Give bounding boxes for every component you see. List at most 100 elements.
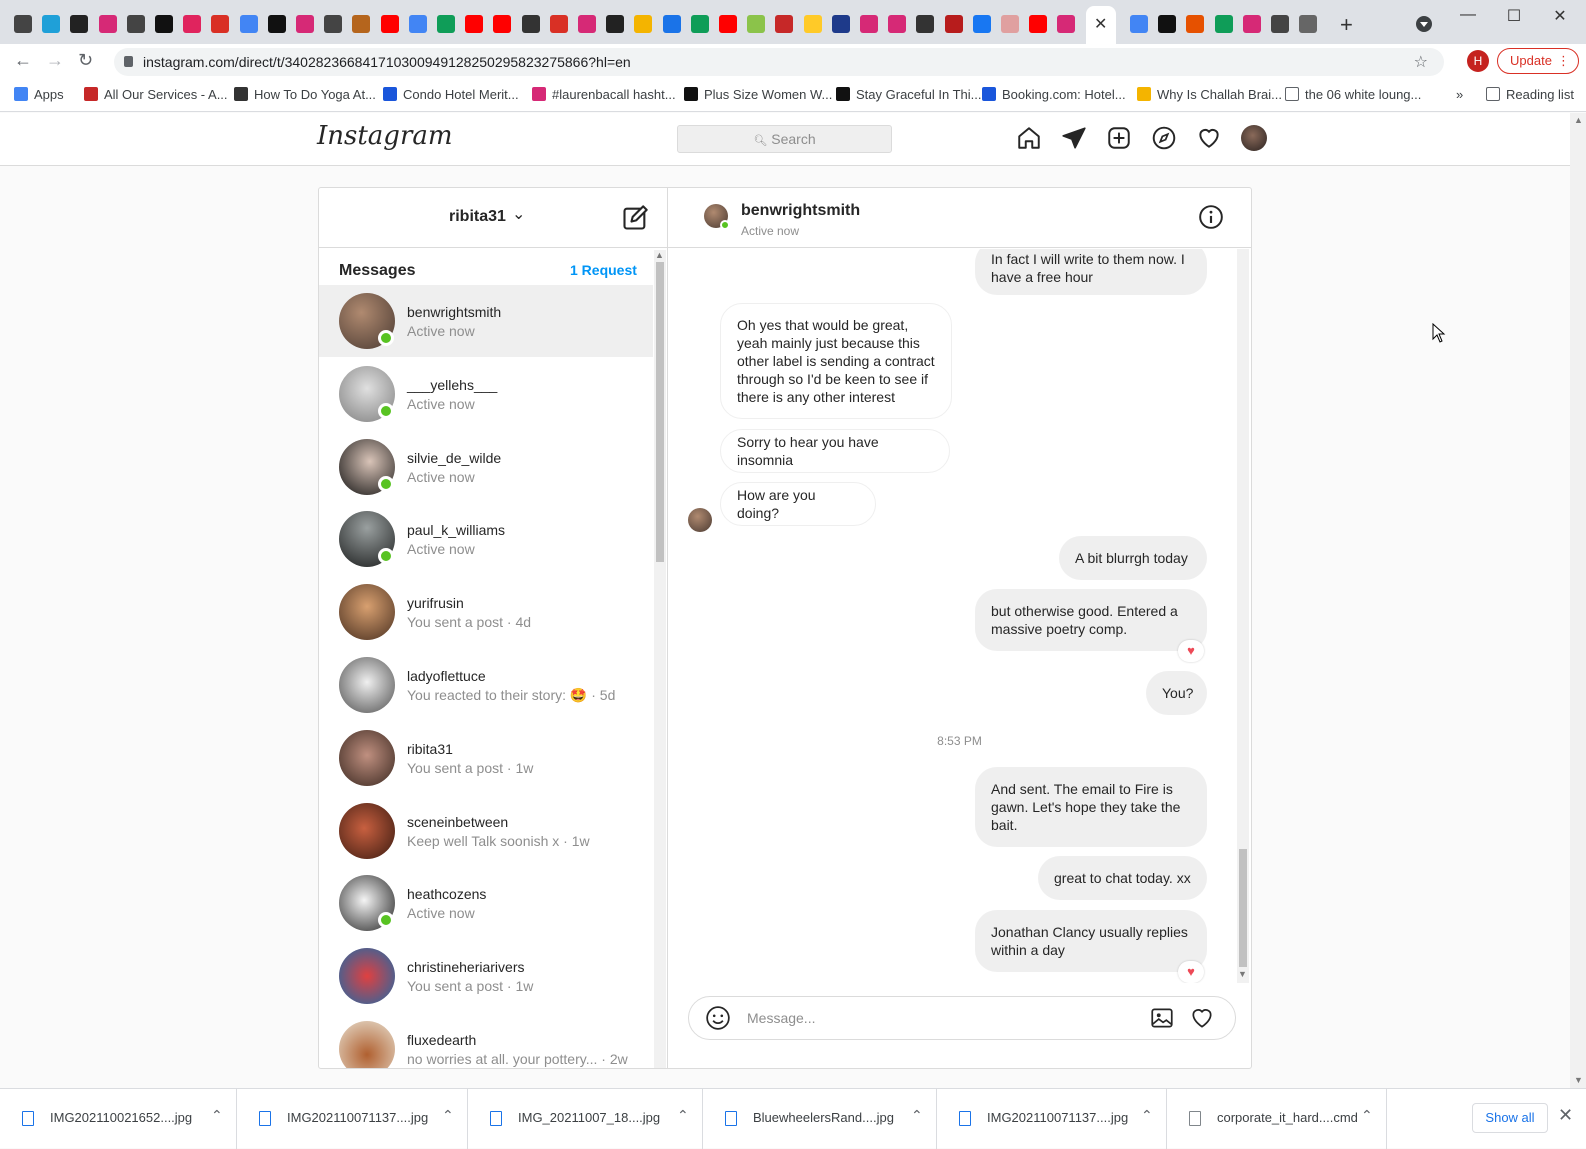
- conversation-item[interactable]: silvie_de_wilde Active now: [319, 431, 653, 503]
- conversation-item[interactable]: benwrightsmith Active now: [319, 285, 653, 357]
- tab-favicon-icon[interactable]: [888, 15, 907, 33]
- tab-favicon-icon[interactable]: [98, 15, 117, 33]
- tab-favicon-icon[interactable]: [408, 15, 427, 33]
- home-icon[interactable]: [1016, 125, 1042, 151]
- tab-favicon-icon[interactable]: [239, 15, 258, 33]
- chevron-up-icon[interactable]: ⌃: [442, 1107, 454, 1124]
- forward-icon[interactable]: →: [46, 50, 64, 71]
- image-upload-icon[interactable]: [1149, 1005, 1175, 1031]
- reload-icon[interactable]: ↻: [78, 50, 93, 71]
- tab-favicon-icon[interactable]: [1299, 15, 1318, 33]
- conversation-scrollbar[interactable]: ▲: [654, 250, 666, 1068]
- chevron-up-icon[interactable]: ⌃: [677, 1107, 689, 1124]
- bookmark-item[interactable]: Why Is Challah Brai...: [1137, 87, 1282, 102]
- bookmark-item[interactable]: #laurenbacall hasht...: [532, 87, 676, 102]
- tab-favicon-icon[interactable]: [324, 15, 343, 33]
- chevron-up-icon[interactable]: ⌃: [1141, 1107, 1153, 1124]
- profile-avatar-icon[interactable]: [1241, 125, 1267, 151]
- tab-favicon-icon[interactable]: [916, 15, 935, 33]
- tab-favicon-icon[interactable]: [521, 15, 540, 33]
- tab-favicon-icon[interactable]: [860, 15, 878, 33]
- conversation-item[interactable]: christineheriarivers You sent a post · 1w: [319, 940, 653, 1012]
- new-tab-button[interactable]: +: [1340, 12, 1353, 38]
- message-bubble[interactable]: Oh yes that would be great, yeah mainly …: [720, 303, 952, 419]
- bookmark-item[interactable]: Apps: [14, 87, 64, 102]
- tab-favicon-icon[interactable]: [1130, 15, 1148, 33]
- tab-favicon-icon[interactable]: [42, 15, 61, 33]
- address-bar[interactable]: instagram.com/direct/t/34028236684171030…: [114, 48, 1444, 76]
- download-item[interactable]: IMG202110071137....jpg ⌃: [237, 1089, 468, 1149]
- tab-favicon-icon[interactable]: [578, 15, 596, 33]
- menu-dots-icon[interactable]: ⋮: [1557, 49, 1570, 73]
- tab-favicon-icon[interactable]: [352, 15, 371, 33]
- download-item[interactable]: IMG202110071137....jpg ⌃: [937, 1089, 1167, 1149]
- tab-favicon-icon[interactable]: [70, 15, 89, 33]
- tab-favicon-icon[interactable]: [296, 15, 314, 33]
- tab-favicon-icon[interactable]: [690, 15, 709, 33]
- conversation-item[interactable]: yurifrusin You sent a post · 4d: [319, 576, 653, 648]
- url-text[interactable]: instagram.com/direct/t/34028236684171030…: [143, 54, 631, 70]
- conversation-item[interactable]: paul_k_williams Active now: [319, 503, 653, 575]
- emoji-icon[interactable]: [705, 1005, 731, 1031]
- message-bubble[interactable]: Jonathan Clancy usually replies within a…: [975, 910, 1207, 972]
- tab-favicon-icon[interactable]: [549, 15, 568, 33]
- heart-reaction-icon[interactable]: ♥: [1178, 961, 1204, 983]
- tab-favicon-icon[interactable]: [775, 15, 794, 33]
- scroll-thumb[interactable]: [1239, 849, 1247, 967]
- tab-favicon-icon[interactable]: [437, 15, 455, 33]
- tab-favicon-icon[interactable]: [183, 15, 202, 33]
- sender-avatar[interactable]: [688, 508, 712, 532]
- back-icon[interactable]: ←: [14, 50, 32, 71]
- message-bubble[interactable]: In fact I will write to them now. I have…: [975, 249, 1207, 295]
- minimize-icon[interactable]: —: [1448, 6, 1488, 24]
- scroll-down-icon[interactable]: ▼: [1238, 969, 1247, 979]
- tab-favicon-icon[interactable]: [1242, 15, 1261, 33]
- bookmark-item[interactable]: All Our Services - A...: [84, 87, 228, 102]
- tab-favicon-icon[interactable]: [944, 15, 963, 33]
- download-item[interactable]: IMG202110021652....jpg ⌃: [0, 1089, 237, 1149]
- tab-favicon-icon[interactable]: [211, 15, 230, 33]
- bookmark-item[interactable]: Condo Hotel Merit...: [383, 87, 519, 102]
- account-switcher[interactable]: ribita31: [449, 208, 506, 226]
- maximize-icon[interactable]: ☐: [1494, 6, 1534, 26]
- download-item[interactable]: BluewheelersRand....jpg ⌃: [703, 1089, 937, 1149]
- chevron-up-icon[interactable]: ⌃: [911, 1107, 923, 1124]
- tab-favicon-icon[interactable]: [126, 15, 145, 33]
- message-input[interactable]: [747, 1007, 1127, 1029]
- bookmark-item[interactable]: Plus Size Women W...: [684, 87, 832, 102]
- tab-favicon-icon[interactable]: [1214, 15, 1233, 33]
- conversation-item[interactable]: ribita31 You sent a post · 1w: [319, 722, 653, 794]
- conversation-item[interactable]: heathcozens Active now: [319, 867, 653, 939]
- tab-favicon-icon[interactable]: [606, 15, 625, 33]
- info-icon[interactable]: [1198, 204, 1224, 230]
- requests-link[interactable]: 1 Request: [570, 262, 637, 278]
- new-post-icon[interactable]: [1106, 125, 1132, 151]
- message-bubble[interactable]: A bit blurrgh today: [1059, 536, 1207, 580]
- update-button[interactable]: Update ⋮: [1497, 48, 1579, 74]
- scroll-up-icon[interactable]: ▲: [1574, 115, 1583, 125]
- tab-favicon-icon[interactable]: [1029, 15, 1048, 33]
- conversation-item[interactable]: ___yellehs___ Active now: [319, 358, 653, 430]
- page-scrollbar[interactable]: ▲ ▼: [1570, 113, 1586, 1088]
- tab-favicon-icon[interactable]: [1158, 15, 1177, 33]
- scroll-down-icon[interactable]: ▼: [1574, 1075, 1583, 1085]
- tab-favicon-icon[interactable]: [662, 15, 681, 33]
- message-bubble[interactable]: And sent. The email to Fire is gawn. Let…: [975, 767, 1207, 847]
- tab-favicon-icon[interactable]: [380, 15, 399, 33]
- bookmark-item[interactable]: Stay Graceful In Thi...: [836, 87, 981, 102]
- tab-favicon-icon[interactable]: [719, 15, 737, 33]
- tab-favicon-icon[interactable]: [1001, 15, 1019, 33]
- tab-favicon-icon[interactable]: [803, 15, 822, 33]
- explore-icon[interactable]: [1151, 125, 1177, 151]
- tab-favicon-icon[interactable]: [831, 15, 850, 33]
- message-bubble[interactable]: great to chat today. xx: [1038, 856, 1207, 900]
- bookmark-item[interactable]: Booking.com: Hotel...: [982, 87, 1126, 102]
- search-input[interactable]: 🔍︎ Search: [677, 125, 892, 153]
- chevron-down-icon[interactable]: ⌄: [512, 204, 525, 224]
- close-window-icon[interactable]: ✕: [1540, 6, 1580, 26]
- chat-username[interactable]: benwrightsmith: [741, 202, 860, 220]
- bookmark-star-icon[interactable]: ☆: [1414, 52, 1428, 72]
- show-all-button[interactable]: Show all: [1472, 1103, 1548, 1133]
- activity-heart-icon[interactable]: [1196, 125, 1222, 151]
- chat-scrollbar[interactable]: ▼: [1237, 249, 1249, 983]
